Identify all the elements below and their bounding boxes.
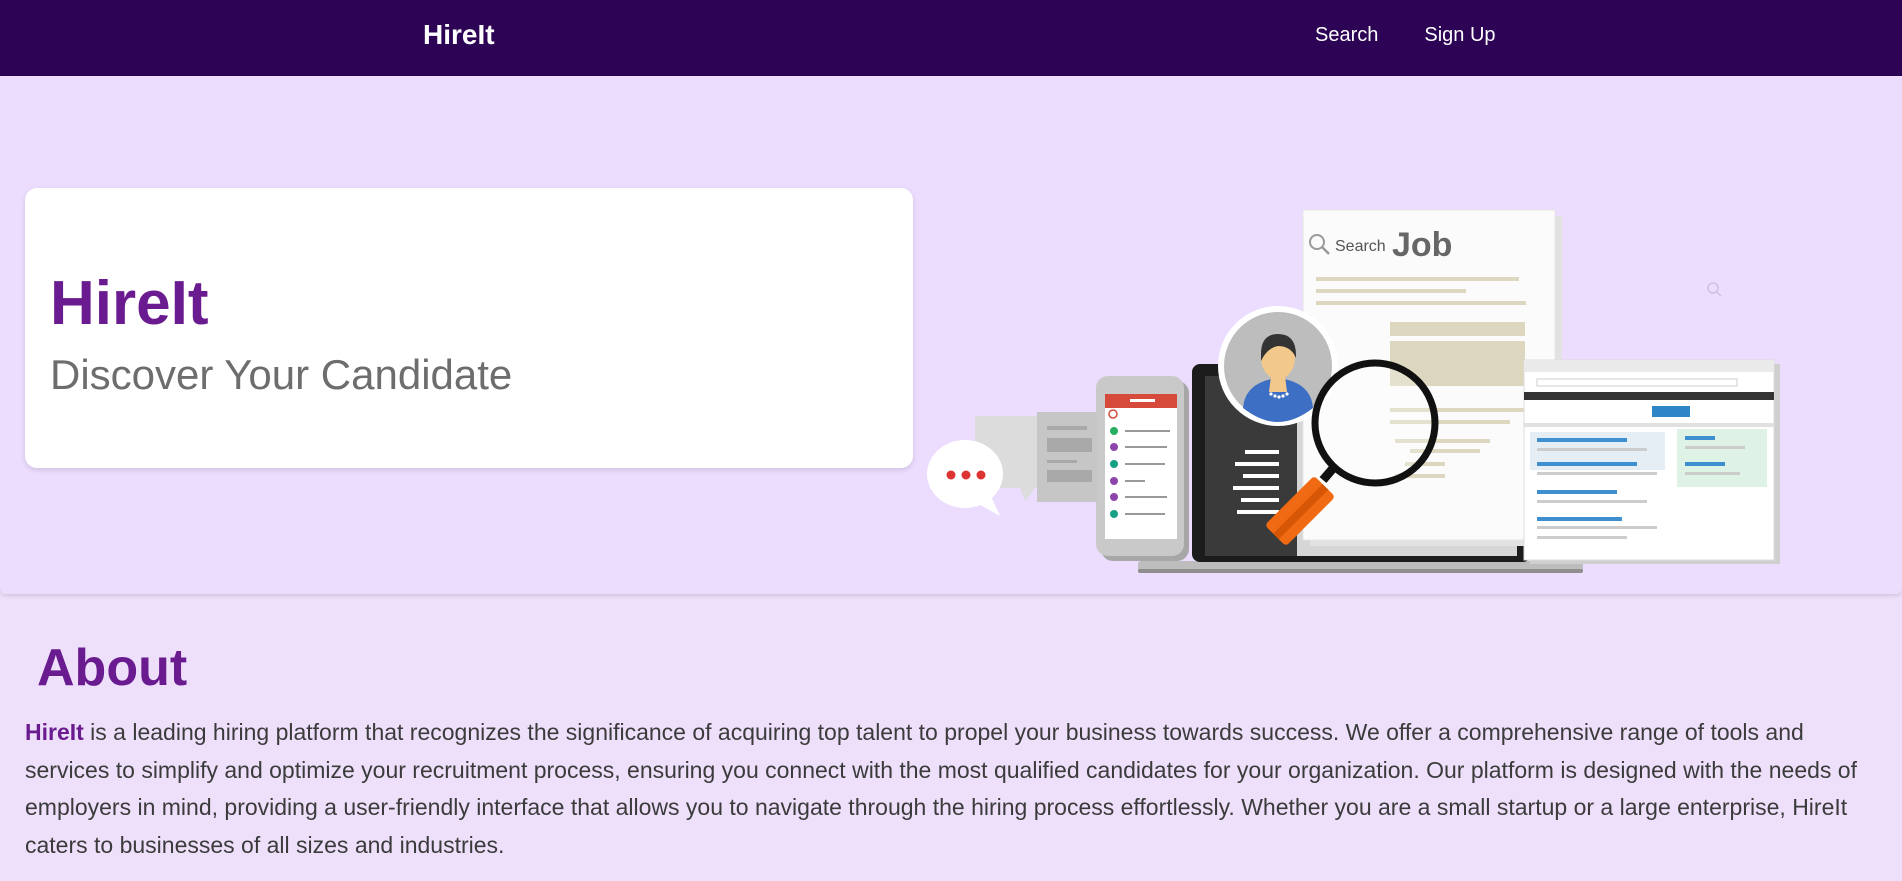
- hero-section: HireIt Discover Your Candidate Search Jo…: [0, 76, 1902, 594]
- brand-link[interactable]: HireIt: [423, 19, 495, 51]
- nav-links: Search Sign Up: [1315, 24, 1496, 47]
- illustration-search-label: Search: [1335, 238, 1386, 255]
- about-brand: HireIt: [25, 719, 84, 745]
- nav-signup-link[interactable]: Sign Up: [1424, 24, 1495, 47]
- job-search-illustration: Search Job: [927, 209, 1780, 573]
- about-paragraph: HireIt is a leading hiring platform that…: [25, 714, 1885, 864]
- hero-card: HireIt Discover Your Candidate: [25, 188, 913, 468]
- about-text: is a leading hiring platform that recogn…: [25, 719, 1857, 858]
- chat-bubble-icon: [927, 440, 1003, 516]
- hero-title: HireIt: [50, 269, 209, 338]
- navbar: HireIt Search Sign Up: [0, 0, 1902, 76]
- small-search-icon: [1707, 282, 1722, 297]
- about-heading: About: [37, 639, 188, 697]
- illustration-job-label: Job: [1392, 226, 1452, 264]
- nav-search-link[interactable]: Search: [1315, 24, 1378, 47]
- hero-subtitle: Discover Your Candidate: [50, 351, 513, 398]
